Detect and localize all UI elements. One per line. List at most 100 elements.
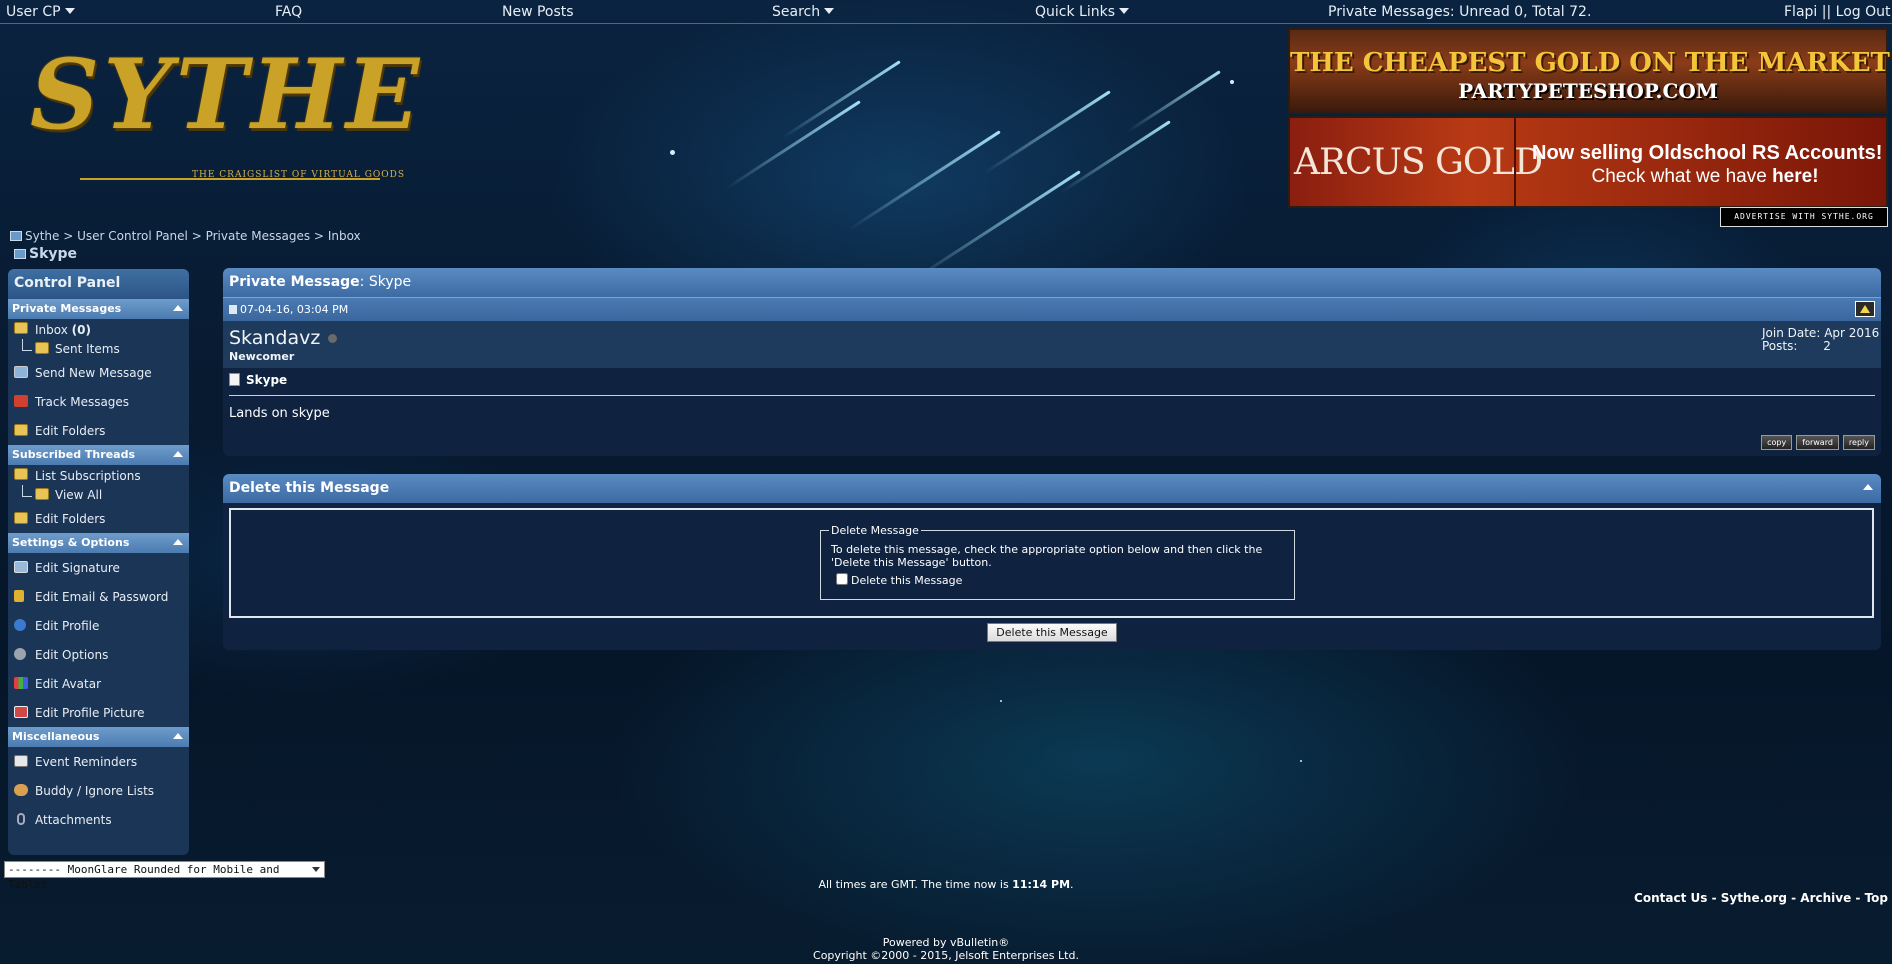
faq-link[interactable]: FAQ (275, 4, 302, 20)
edit-folders-label: Edit Folders (35, 512, 106, 526)
section-miscellaneous[interactable]: Miscellaneous (8, 727, 189, 747)
delete-checkbox-label: Delete this Message (851, 574, 963, 587)
footer-sep: - (1786, 891, 1801, 905)
user-account: Flapi || Log Out (1784, 4, 1891, 20)
delete-header: Delete this Message (223, 474, 1881, 503)
archive-link[interactable]: Archive (1800, 891, 1851, 905)
user-cp-menu[interactable]: User CP (6, 4, 75, 20)
sidebar-item-edit-folders-subs[interactable]: Edit Folders (8, 504, 189, 533)
breadcrumb-private-messages[interactable]: Private Messages (206, 229, 311, 243)
posts-value: 2 (1823, 339, 1831, 353)
delete-message-button[interactable]: Delete this Message (987, 623, 1117, 642)
quick-links-label: Quick Links (1035, 4, 1116, 20)
pm-message: Lands on skype (229, 406, 330, 421)
info-icon (14, 619, 26, 631)
sythe-home-link[interactable]: Sythe.org (1721, 891, 1787, 905)
ad2-here-link[interactable]: here! (1772, 166, 1818, 187)
style-selector[interactable]: -------- MoonGlare Rounded for Mobile an… (4, 861, 325, 891)
avatar-icon (14, 677, 28, 689)
sidebar-item-edit-email[interactable]: Edit Email & Password (8, 582, 189, 611)
meteor-streak (781, 60, 901, 140)
breadcrumb-separator: > (63, 229, 74, 243)
sidebar-item-edit-profile-picture[interactable]: Edit Profile Picture (8, 698, 189, 727)
control-panel-title: Control Panel (8, 269, 189, 299)
pm-header-label: Private Message (229, 274, 360, 290)
edit-avatar-label: Edit Avatar (35, 677, 102, 691)
collapse-icon[interactable] (1855, 301, 1875, 317)
copy-button[interactable]: copy (1761, 435, 1793, 450)
ad-banner-arcusgold[interactable]: ARCUS GOLD Now selling Oldschool RS Acco… (1288, 116, 1888, 208)
search-label: Search (772, 4, 821, 20)
section-subscribed-threads[interactable]: Subscribed Threads (8, 445, 189, 465)
ad2-subline: Check what we have here! (1532, 166, 1878, 188)
ad1-site: PARTYPETESHOP.COM (1458, 79, 1718, 103)
private-messages-status[interactable]: Private Messages: Unread 0, Total 72. (1328, 4, 1591, 20)
search-menu[interactable]: Search (772, 4, 835, 20)
footer-sep: - (1707, 891, 1721, 905)
top-link[interactable]: Top (1865, 891, 1888, 905)
breadcrumb-user-cp[interactable]: User Control Panel (77, 229, 188, 243)
edit-folder-icon (14, 424, 28, 436)
logo-text: SYTHE (30, 38, 424, 151)
chevron-down-icon (1119, 8, 1130, 14)
footer-sep: - (1851, 891, 1865, 905)
nav-separator: || (1821, 4, 1832, 20)
breadcrumb-current: Skype (14, 246, 77, 262)
collapse-icon[interactable] (1863, 484, 1873, 490)
pm-date: 07-04-16, 03:04 PM (240, 303, 349, 316)
sidebar-item-list-subscriptions[interactable]: List Subscriptions (8, 465, 189, 485)
advertise-link[interactable]: ADVERTISE WITH SYTHE.ORG (1720, 207, 1888, 227)
star (1300, 760, 1302, 762)
join-date-label: Join Date: (1762, 326, 1821, 340)
contact-us-link[interactable]: Contact Us (1634, 891, 1707, 905)
sidebar-item-track[interactable]: Track Messages (8, 387, 189, 416)
star (1000, 700, 1002, 702)
calendar-icon (14, 755, 28, 767)
section-private-messages[interactable]: Private Messages (8, 299, 189, 319)
sidebar-item-inbox[interactable]: Inbox (0) (8, 319, 189, 339)
ad-banner-partypeteshop[interactable]: THE CHEAPEST GOLD ON THE MARKET PARTYPET… (1288, 28, 1890, 114)
page-title: Skype (29, 246, 78, 262)
sender-username[interactable]: Skandavz (229, 327, 320, 349)
meteor-streak (724, 100, 861, 190)
delete-fieldset: Delete Message To delete this message, c… (820, 524, 1295, 600)
sidebar-item-edit-avatar[interactable]: Edit Avatar (8, 669, 189, 698)
forward-button[interactable]: forward (1796, 435, 1839, 450)
sidebar-item-send-new[interactable]: Send New Message (8, 358, 189, 387)
sidebar-item-attachments[interactable]: Attachments (8, 805, 189, 834)
edit-profile-picture-label: Edit Profile Picture (35, 706, 145, 720)
sidebar-item-sent[interactable]: Sent Items (8, 339, 189, 358)
reply-button[interactable]: reply (1842, 435, 1875, 450)
sidebar-item-buddy-list[interactable]: Buddy / Ignore Lists (8, 776, 189, 805)
sidebar-item-edit-options[interactable]: Edit Options (8, 640, 189, 669)
sidebar-item-edit-signature[interactable]: Edit Signature (8, 553, 189, 582)
copyright-text: Copyright ©2000 - 2015, Jelsoft Enterpri… (813, 949, 1079, 962)
star (1230, 80, 1234, 84)
new-posts-link[interactable]: New Posts (502, 4, 574, 20)
section-settings-options[interactable]: Settings & Options (8, 533, 189, 553)
top-nav: User CP FAQ New Posts Search Quick Links… (0, 0, 1892, 24)
ad2-logo: ARCUS GOLD (1294, 142, 1543, 183)
edit-folder-icon (14, 512, 28, 524)
pm-subject: Skype (229, 373, 1875, 396)
private-message-panel: Private Message: Skype 07-04-16, 03:04 P… (223, 268, 1881, 456)
pm-actions: copy forward reply (1757, 434, 1875, 450)
site-logo[interactable]: SYTHE THE CRAIGSLIST OF VIRTUAL GOODS (20, 30, 419, 190)
delete-checkbox[interactable] (836, 573, 848, 585)
delete-checkbox-row[interactable]: Delete this Message (831, 573, 1284, 587)
sidebar-item-view-all[interactable]: View All (8, 485, 189, 504)
sidebar-item-event-reminders[interactable]: Event Reminders (8, 747, 189, 776)
track-label: Track Messages (35, 395, 130, 409)
home-icon (10, 231, 22, 241)
quick-links-menu[interactable]: Quick Links (1035, 4, 1130, 20)
breadcrumb-inbox[interactable]: Inbox (328, 229, 361, 243)
sidebar-item-edit-folders[interactable]: Edit Folders (8, 416, 189, 445)
logout-link[interactable]: Log Out (1836, 4, 1891, 20)
sidebar-item-edit-profile[interactable]: Edit Profile (8, 611, 189, 640)
flag-icon (14, 395, 28, 407)
inbox-label: Inbox (35, 323, 68, 337)
breadcrumb-sythe[interactable]: Sythe (25, 229, 59, 243)
username-link[interactable]: Flapi (1784, 4, 1817, 20)
sender-title: Newcomer (229, 350, 295, 363)
collapse-icon (173, 305, 183, 311)
